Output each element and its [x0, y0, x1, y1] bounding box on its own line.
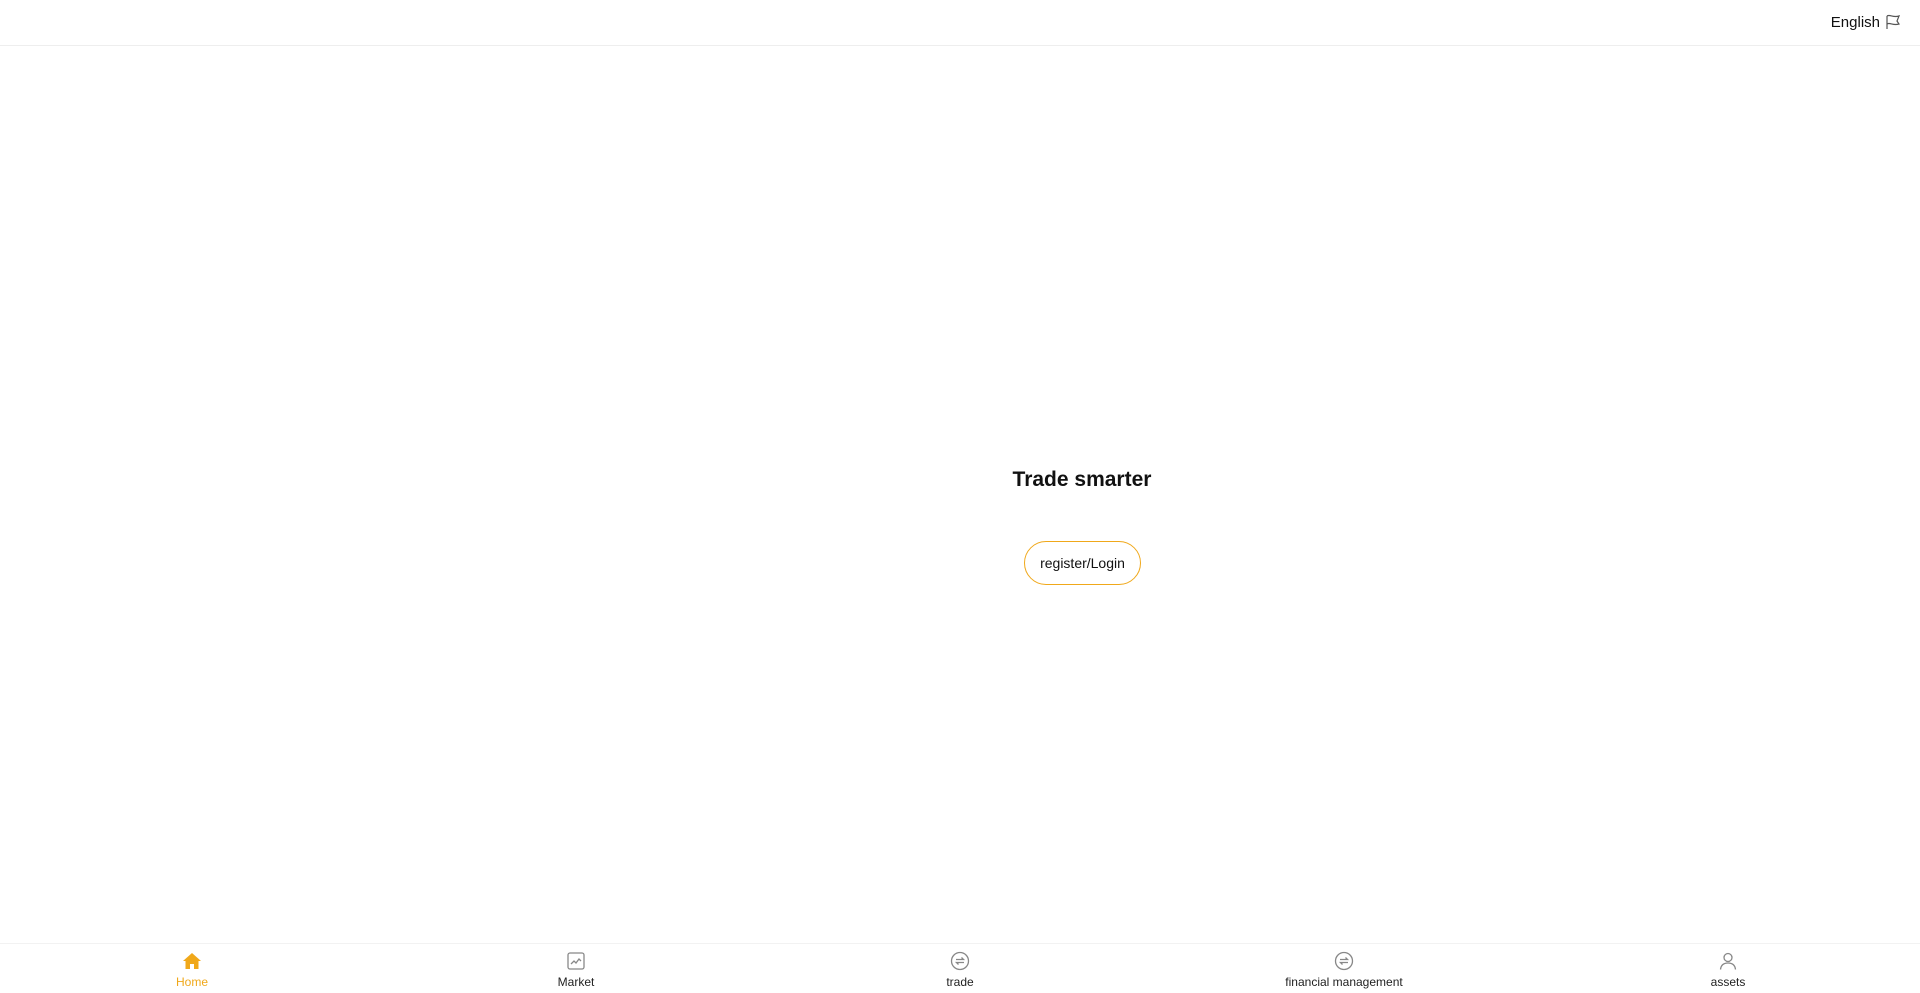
chart-icon [565, 950, 587, 972]
tab-assets-label: assets [1710, 975, 1746, 989]
tab-market-label: Market [557, 975, 595, 989]
tab-trade-label: trade [946, 975, 974, 989]
tab-trade[interactable]: trade [768, 944, 1152, 993]
user-icon [1717, 950, 1739, 972]
tab-financial-management-label: financial management [1285, 975, 1403, 989]
language-selector[interactable]: English [1831, 13, 1902, 31]
tab-assets[interactable]: assets [1536, 944, 1920, 993]
top-bar: English [0, 0, 1920, 46]
home-icon [181, 950, 203, 972]
tab-market[interactable]: Market [384, 944, 768, 993]
tab-financial-management[interactable]: financial management [1152, 944, 1536, 993]
flag-icon [1884, 13, 1902, 31]
exchange-icon [949, 950, 971, 972]
register-login-button[interactable]: register/Login [1024, 541, 1141, 585]
tab-home-label: Home [175, 975, 208, 989]
language-label: English [1830, 13, 1880, 31]
exchange-icon [1333, 950, 1355, 972]
hero-title: Trade smarter [1012, 468, 1152, 491]
bottom-tab-bar: Home Market trade financial management a… [0, 943, 1920, 993]
tab-home[interactable]: Home [0, 944, 384, 993]
